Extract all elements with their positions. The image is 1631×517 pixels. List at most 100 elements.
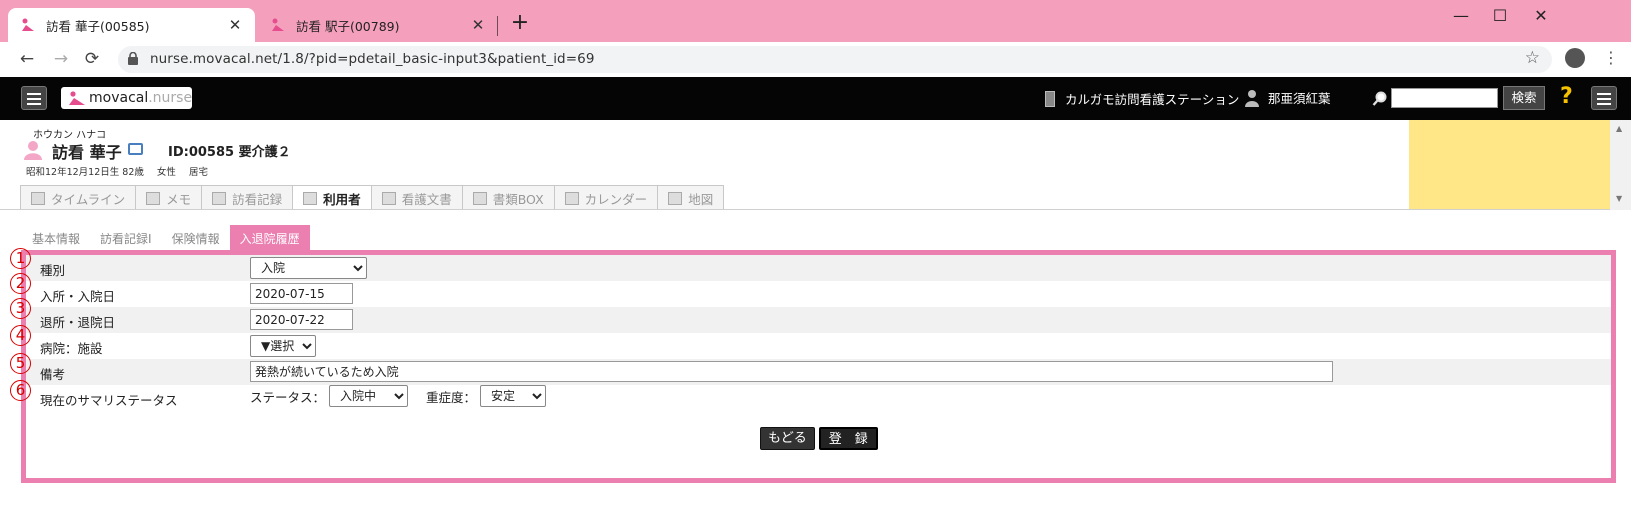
browser-menu-icon[interactable]: ⋮ bbox=[1603, 46, 1619, 70]
tab-client[interactable]: 利用者 bbox=[292, 185, 372, 210]
tab-timeline[interactable]: タイムライン bbox=[20, 185, 137, 210]
marker-4: 4 bbox=[10, 325, 31, 346]
hamburger-menu-icon[interactable] bbox=[21, 86, 47, 110]
discharge-date-input[interactable] bbox=[250, 309, 353, 330]
tab-map[interactable]: 地図 bbox=[657, 185, 725, 210]
subtab-visit-record-1[interactable]: 訪看記録I bbox=[90, 225, 162, 251]
tab-doc-box[interactable]: 書類BOX bbox=[461, 185, 555, 210]
back-icon[interactable]: ← bbox=[15, 47, 39, 71]
patient-card-icon[interactable] bbox=[128, 143, 143, 155]
discharge-date-label: 退所・退院日 bbox=[40, 315, 116, 330]
scroll-down-icon[interactable]: ▼ bbox=[1616, 194, 1622, 203]
tab-label: 訪看記録 bbox=[232, 191, 283, 207]
tab-close-icon[interactable]: ✕ bbox=[470, 16, 486, 34]
form-row-discharge-date: 退所・退院日 bbox=[26, 307, 1611, 333]
browser-tab-inactive[interactable]: 訪看 駅子(00789) ✕ bbox=[258, 8, 498, 42]
user-icon bbox=[1245, 89, 1259, 107]
admission-form: 種別 入院 入所・入院日 退所・退院日 病院：施設 ▼選択 備考 現在のサマリス… bbox=[21, 250, 1616, 483]
admit-date-label: 入所・入院日 bbox=[40, 289, 116, 304]
form-buttons: もどる 登 録 bbox=[760, 427, 882, 450]
movacal-logo[interactable]: movacal .nurse bbox=[61, 87, 192, 109]
hospital-label: 病院：施設 bbox=[40, 341, 103, 356]
back-button[interactable]: もどる bbox=[760, 427, 815, 450]
remarks-label: 備考 bbox=[40, 367, 66, 382]
search-button[interactable]: 検索 bbox=[1503, 86, 1545, 110]
tab-nursing-docs[interactable]: 看護文書 bbox=[370, 185, 463, 210]
marker-6: 6 bbox=[10, 380, 31, 401]
help-icon[interactable]: ? bbox=[1560, 84, 1573, 109]
tab-visit-record[interactable]: 訪看記録 bbox=[201, 185, 294, 210]
hospital-select[interactable]: ▼選択 bbox=[250, 335, 316, 357]
sub-tabs: 基本情報 訪看記録I 保険情報 入退院履歴 bbox=[22, 225, 310, 251]
tab-separator bbox=[497, 16, 498, 36]
address-bar: ← → ⟳ nurse.movacal.net/1.8/?pid=pdetail… bbox=[0, 42, 1631, 76]
browser-tabstrip: 訪看 華子(00585) ✕ 訪看 駅子(00789) ✕ + — ☐ ✕ bbox=[0, 0, 1631, 42]
notice-panel bbox=[1409, 120, 1610, 210]
admit-date-input[interactable] bbox=[250, 283, 353, 304]
tab-label: カレンダー bbox=[584, 191, 648, 207]
tab-label: 看護文書 bbox=[401, 191, 452, 207]
logo-bird-icon bbox=[69, 91, 85, 105]
summary-status-label: 現在のサマリステータス bbox=[40, 393, 178, 408]
type-label: 種別 bbox=[40, 263, 66, 278]
minimize-icon[interactable]: — bbox=[1446, 4, 1476, 28]
tab-close-icon[interactable]: ✕ bbox=[227, 16, 243, 34]
url-omnibox[interactable]: nurse.movacal.net/1.8/?pid=pdetail_basic… bbox=[118, 46, 1552, 73]
tab-label: 利用者 bbox=[323, 191, 361, 207]
station-label: カルガモ訪問看護ステーション bbox=[1065, 92, 1240, 107]
record-icon bbox=[212, 191, 227, 205]
search-icon bbox=[1372, 91, 1387, 106]
pdf-icon bbox=[381, 191, 396, 205]
movacal-favicon-icon bbox=[22, 18, 34, 31]
subtab-admission-history[interactable]: 入退院履歴 bbox=[229, 225, 310, 251]
status-select[interactable]: 入院中 bbox=[329, 385, 409, 407]
browser-tab-active[interactable]: 訪看 華子(00585) ✕ bbox=[8, 8, 255, 42]
movacal-favicon-icon bbox=[272, 18, 284, 31]
form-row-remarks: 備考 bbox=[26, 359, 1611, 385]
marker-5: 5 bbox=[10, 353, 31, 374]
bookmark-star-icon[interactable]: ☆ bbox=[1525, 48, 1540, 68]
subtab-insurance[interactable]: 保険情報 bbox=[162, 225, 230, 251]
tab-memo[interactable]: メモ bbox=[135, 185, 203, 210]
url-text: nurse.movacal.net/1.8/?pid=pdetail_basic… bbox=[150, 51, 595, 67]
scroll-up-icon[interactable]: ▲ bbox=[1616, 124, 1622, 133]
search-input[interactable] bbox=[1391, 88, 1498, 108]
subtab-basic-info[interactable]: 基本情報 bbox=[22, 225, 90, 251]
logo-sub: .nurse bbox=[148, 90, 193, 106]
logo-brand: movacal bbox=[89, 90, 149, 106]
right-menu-icon[interactable] bbox=[1591, 86, 1617, 110]
maximize-icon[interactable]: ☐ bbox=[1485, 4, 1515, 28]
patient-nav-tabs: タイムライン メモ 訪看記録 利用者 看護文書 書類BOX カレンダー 地図 bbox=[20, 185, 725, 210]
building-icon bbox=[1045, 90, 1055, 107]
patient-person-icon bbox=[24, 141, 42, 160]
account-icon[interactable] bbox=[1565, 48, 1585, 68]
patient-residence: 居宅 bbox=[188, 167, 208, 178]
patient-gender: 女性 bbox=[156, 167, 176, 178]
marker-1: 1 bbox=[10, 248, 31, 269]
marker-3: 3 bbox=[10, 298, 31, 319]
patient-id-care: ID:00585 要介護２ bbox=[168, 145, 291, 160]
tab-calendar[interactable]: カレンダー bbox=[553, 185, 659, 210]
user-name[interactable]: 那亜須紅葉 bbox=[1244, 88, 1331, 107]
remarks-input[interactable] bbox=[250, 361, 1333, 382]
reload-icon[interactable]: ⟳ bbox=[80, 47, 104, 71]
forward-icon[interactable]: → bbox=[49, 47, 73, 71]
tab-label: メモ bbox=[166, 191, 192, 207]
tab-title: 訪看 駅子(00789) bbox=[296, 18, 400, 34]
marker-2: 2 bbox=[10, 273, 31, 294]
new-tab-icon[interactable]: + bbox=[508, 12, 532, 36]
form-row-hospital: 病院：施設 ▼選択 bbox=[26, 333, 1611, 359]
window-close-icon[interactable]: ✕ bbox=[1526, 4, 1556, 28]
severity-select[interactable]: 安定 bbox=[480, 385, 547, 407]
status-label: ステータス： bbox=[250, 389, 326, 405]
register-button[interactable]: 登 録 bbox=[818, 427, 878, 450]
patient-name: 訪看 華子 bbox=[52, 143, 122, 162]
pencil-icon bbox=[146, 191, 161, 205]
type-select[interactable]: 入院 bbox=[250, 257, 367, 279]
tab-label: タイムライン bbox=[51, 191, 126, 207]
header-scrollbar[interactable]: ▲ ▼ bbox=[1610, 120, 1631, 210]
tab-title: 訪看 華子(00585) bbox=[46, 18, 150, 34]
timeline-icon bbox=[31, 191, 45, 205]
user-label: 那亜須紅葉 bbox=[1268, 91, 1331, 106]
id-card-icon bbox=[303, 191, 318, 205]
